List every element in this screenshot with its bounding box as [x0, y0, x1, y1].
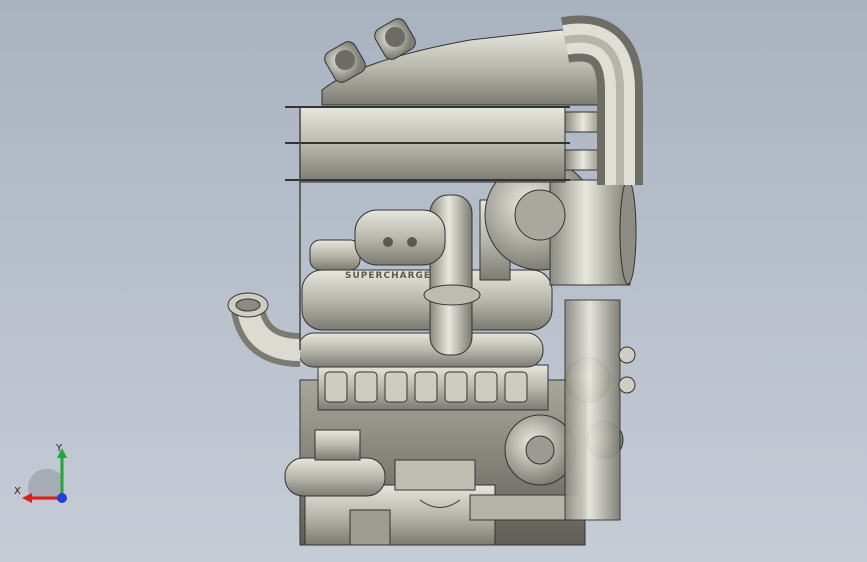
valve-cover-text: SUPERCHARGER [345, 271, 439, 281]
ignition-coils [317, 364, 549, 411]
engine-3d-model[interactable]: SUPERCHARGER [0, 0, 867, 562]
x-axis-label: X [14, 486, 21, 497]
y-axis-label: Y [55, 443, 63, 454]
z-axis-dot-icon [57, 493, 67, 503]
triad-plane-shape [27, 468, 62, 500]
supercharger-housing [354, 209, 446, 266]
cad-viewport[interactable]: SUPERCHARGER Y X [0, 0, 867, 562]
x-axis-arrow-icon [22, 493, 32, 503]
orientation-triad[interactable]: Y X [10, 438, 80, 508]
